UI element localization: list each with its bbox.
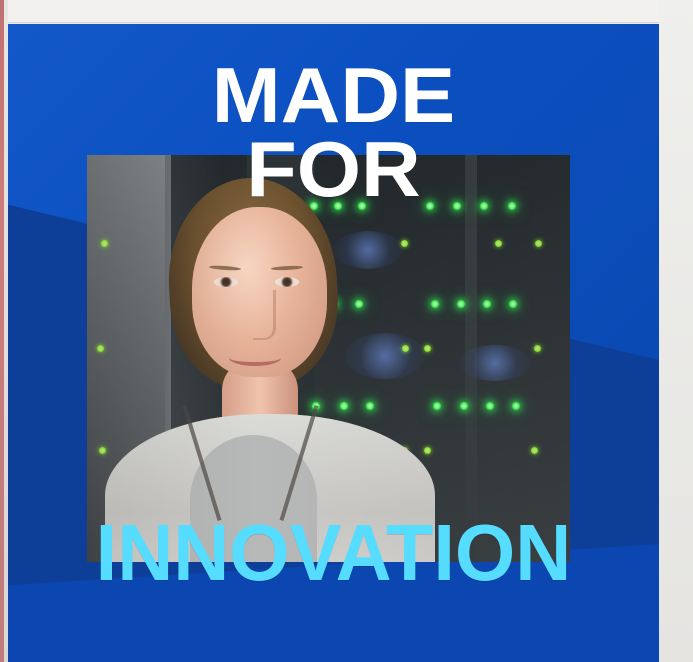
headline-innovation: INNOVATION	[95, 508, 572, 597]
eye	[275, 277, 299, 287]
headline-for: FOR	[246, 125, 421, 213]
nose	[253, 290, 276, 340]
mouth	[229, 350, 281, 366]
page: MADE FOR INNOVATION	[0, 0, 693, 662]
left-red-accent	[0, 0, 4, 662]
hero-photo	[87, 155, 570, 562]
right-margin	[659, 0, 693, 662]
top-bar	[0, 0, 693, 23]
advertisement-banner[interactable]: MADE FOR INNOVATION	[8, 24, 659, 662]
eye	[214, 277, 238, 287]
person-photo-icon	[87, 155, 570, 562]
headline-made: MADE	[211, 51, 456, 139]
